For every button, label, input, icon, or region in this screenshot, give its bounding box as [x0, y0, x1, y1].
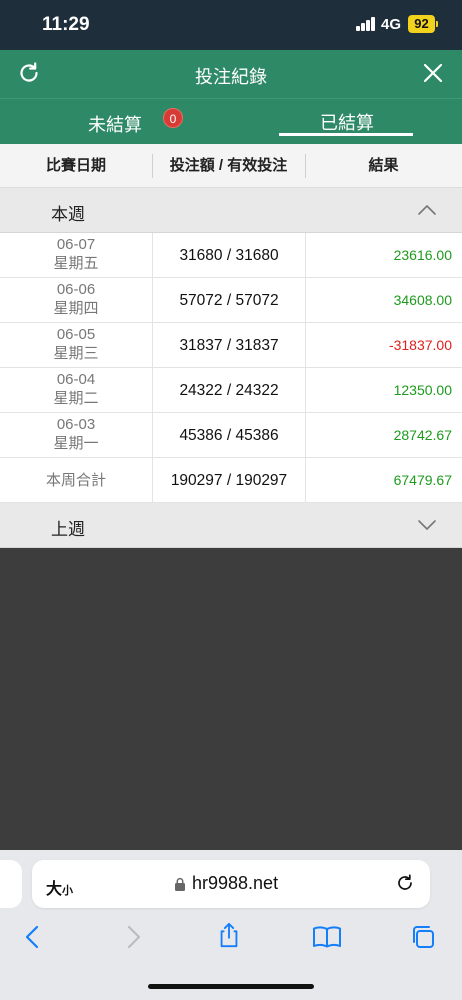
- lock-icon: [175, 877, 185, 891]
- tab-unsettled[interactable]: 未結算: [88, 111, 142, 137]
- table-row: 06-05 星期三 31837 / 31837 -31837.00: [0, 323, 462, 368]
- table-header: 比賽日期 投注額 / 有效投注 結果: [0, 144, 462, 188]
- last-week-label: 上週: [51, 520, 85, 539]
- battery-level: 92: [414, 16, 429, 31]
- battery-tip: [436, 21, 438, 27]
- row-date: 06-07: [56, 236, 96, 253]
- this-week-label: 本週: [51, 205, 85, 224]
- network-type: 4G: [381, 16, 402, 33]
- home-indicator: [148, 984, 314, 989]
- column-header-bet: 投注額 / 有效投注: [169, 157, 288, 174]
- tab-settled[interactable]: 已結算: [320, 109, 374, 135]
- bookmarks-icon[interactable]: [312, 924, 342, 950]
- tabs-icon[interactable]: [410, 924, 436, 950]
- row-result: 34608.00: [393, 292, 452, 308]
- row-result: 28742.67: [393, 427, 452, 443]
- reload-icon[interactable]: [395, 873, 415, 893]
- total-bet-amount: 190297 / 190297: [153, 458, 306, 503]
- this-week-toggle[interactable]: 本週: [0, 188, 462, 233]
- total-result: 67479.67: [393, 472, 452, 488]
- battery-icon: 92: [408, 15, 435, 33]
- column-header-result: 結果: [368, 157, 399, 174]
- row-weekday: 星期二: [53, 390, 99, 407]
- app-header: 投注紀錄: [0, 50, 462, 98]
- unsettled-count-badge: 0: [163, 108, 183, 128]
- forward-icon[interactable]: [120, 924, 146, 950]
- address-bar[interactable]: 大小 hr9988.net: [32, 860, 430, 908]
- table-row: 06-03 星期一 45386 / 45386 28742.67: [0, 413, 462, 458]
- chevron-up-icon: [418, 205, 436, 215]
- row-date: 06-04: [56, 371, 96, 388]
- signal-icon: [356, 17, 376, 31]
- back-icon[interactable]: [20, 924, 46, 950]
- row-result: -31837.00: [388, 337, 452, 353]
- row-bet-amount: 31680 / 31680: [153, 233, 306, 278]
- previous-tab-preview[interactable]: [0, 860, 22, 908]
- last-week-toggle[interactable]: 上週: [0, 503, 462, 548]
- row-weekday: 星期五: [53, 255, 99, 272]
- row-bet-amount: 57072 / 57072: [153, 278, 306, 323]
- row-bet-amount: 31837 / 31837: [153, 323, 306, 368]
- row-date: 06-05: [56, 326, 96, 343]
- table-row: 06-04 星期二 24322 / 24322 12350.00: [0, 368, 462, 413]
- tab-bar: 未結算 已結算: [0, 98, 462, 144]
- text-size-large: 大: [46, 881, 63, 898]
- status-bar: 11:29 4G 92: [0, 0, 462, 50]
- total-row: 本周合計 190297 / 190297 67479.67: [0, 458, 462, 503]
- row-result: 12350.00: [393, 382, 452, 398]
- row-weekday: 星期四: [53, 300, 99, 317]
- chevron-down-icon: [418, 520, 436, 530]
- bet-records-table: 比賽日期 投注額 / 有效投注 結果 本週 06-07 星期五 31680 / …: [0, 144, 462, 548]
- row-result: 23616.00: [393, 247, 452, 263]
- text-size-button[interactable]: 大小: [46, 875, 73, 899]
- row-date: 06-06: [56, 281, 96, 298]
- row-weekday: 星期一: [53, 435, 99, 452]
- url-text: hr9988.net: [192, 873, 279, 893]
- table-row: 06-07 星期五 31680 / 31680 23616.00: [0, 233, 462, 278]
- page-title: 投注紀錄: [195, 67, 267, 87]
- text-size-small: 小: [62, 885, 74, 897]
- active-tab-indicator: [279, 133, 413, 136]
- row-bet-amount: 45386 / 45386: [153, 413, 306, 458]
- total-label: 本周合計: [0, 458, 153, 503]
- row-date: 06-03: [56, 416, 96, 433]
- close-icon[interactable]: [421, 61, 445, 85]
- status-time: 11:29: [42, 14, 90, 35]
- column-header-date: 比賽日期: [45, 157, 106, 174]
- browser-toolbar: 大小 hr9988.net: [0, 850, 462, 1000]
- share-icon[interactable]: [216, 922, 242, 948]
- row-bet-amount: 24322 / 24322: [153, 368, 306, 413]
- row-weekday: 星期三: [53, 345, 99, 362]
- table-row: 06-06 星期四 57072 / 57072 34608.00: [0, 278, 462, 323]
